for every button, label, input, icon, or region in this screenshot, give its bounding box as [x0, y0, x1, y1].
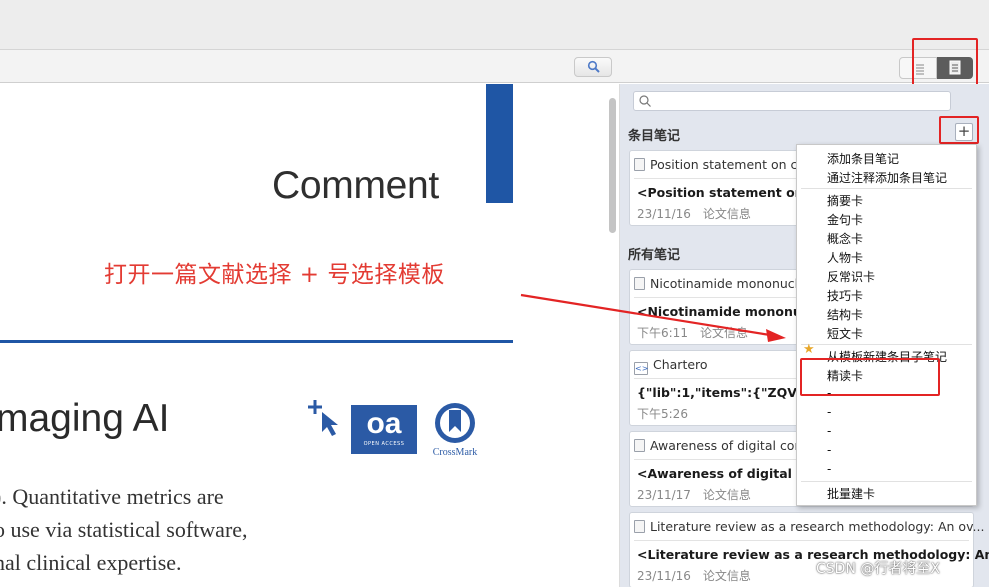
- menu-item-add-item-note[interactable]: 添加条目笔记: [827, 150, 899, 167]
- note-icon: [634, 520, 645, 533]
- journal-accent-bar: [486, 84, 513, 203]
- note-date: 23/11/17: [637, 488, 691, 502]
- note-date: 下午5:26: [637, 407, 688, 421]
- menu-separator: [801, 188, 972, 189]
- note-tag: 论文信息: [702, 207, 751, 221]
- star-icon: ★: [803, 342, 815, 357]
- oa-sub-label: OPEN ACCESS: [363, 441, 405, 447]
- menu-item-blank[interactable]: -: [827, 424, 831, 438]
- menu-separator: [801, 344, 972, 345]
- menu-item-template[interactable]: 金句卡: [827, 211, 863, 228]
- note-card-title: Literature review as a research methodol…: [634, 519, 984, 534]
- reader-toolbar: [0, 50, 989, 83]
- note-title-text: Position statement on cl: [650, 157, 801, 172]
- menu-item-template[interactable]: 短文卡: [827, 325, 863, 342]
- body-text-line: nal clinical expertise.: [0, 550, 182, 575]
- menu-item-template[interactable]: 摘要卡: [827, 192, 863, 209]
- body-text-line: o use via statistical software,: [0, 517, 248, 542]
- note-title-text: Nicotinamide mononucl: [650, 276, 799, 291]
- pdf-document: Comment 打开一篇文献选择 + 号选择模板 maging AI oa OP…: [0, 84, 595, 587]
- note-date: 23/11/16: [637, 207, 691, 221]
- note-tag: 论文信息: [702, 488, 751, 502]
- menu-item-add-from-annotations[interactable]: 通过注释添加条目笔记: [827, 169, 947, 186]
- section-heading: Comment: [272, 164, 439, 207]
- item-notes-heading: 条目笔记: [628, 129, 681, 144]
- menu-item-template[interactable]: 人物卡: [827, 249, 863, 266]
- note-title-text: Chartero: [653, 357, 708, 372]
- note-card-body: <Nicotinamide mononucle: [637, 304, 822, 319]
- highlight-add-button: [939, 116, 979, 144]
- menu-item-template[interactable]: 反常识卡: [827, 268, 875, 285]
- note-title-text: Awareness of digital con: [650, 438, 803, 453]
- highlight-close-reading-card: [800, 358, 940, 396]
- note-title-text: Literature review as a research methodol…: [650, 519, 985, 534]
- note-card-title: Position statement on cl: [634, 157, 801, 172]
- menu-item-template[interactable]: 技巧卡: [827, 287, 863, 304]
- card-divider: [634, 540, 969, 541]
- note-card-meta: 23/11/17 论文信息: [637, 486, 751, 503]
- note-icon: [634, 277, 645, 290]
- note-card-meta: 23/11/16 论文信息: [637, 205, 751, 222]
- note-card-meta: 下午5:26: [637, 405, 688, 422]
- menu-item-template[interactable]: 结构卡: [827, 306, 863, 323]
- menu-item-template[interactable]: 概念卡: [827, 230, 863, 247]
- note-card-title: Nicotinamide mononucl: [634, 276, 798, 291]
- window-titlebar: [0, 0, 989, 50]
- note-icon: [634, 158, 645, 171]
- crossmark-icon: [435, 403, 475, 443]
- note-date: 下午6:11: [637, 326, 688, 340]
- instruction-annotation: 打开一篇文献选择 + 号选择模板: [104, 262, 445, 288]
- body-text-line: ). Quantitative metrics are: [0, 484, 224, 509]
- menu-item-blank[interactable]: -: [827, 443, 831, 457]
- menu-item-batch-create[interactable]: 批量建卡: [827, 485, 875, 502]
- note-icon: [634, 439, 645, 452]
- menu-separator: [801, 481, 972, 482]
- notes-search-input[interactable]: [633, 91, 951, 111]
- note-card-title: Awareness of digital con: [634, 438, 802, 453]
- note-tag: 论文信息: [702, 569, 751, 583]
- document-scrollbar[interactable]: [609, 98, 616, 233]
- note-tag: 论文信息: [699, 326, 748, 340]
- open-access-badge: oa OPEN ACCESS: [351, 405, 417, 454]
- add-note-context-menu: 添加条目笔记 通过注释添加条目笔记 摘要卡 金句卡 概念卡 人物卡 反常识卡 技…: [796, 144, 977, 506]
- menu-item-blank[interactable]: -: [827, 405, 831, 419]
- code-icon: <>: [634, 362, 649, 375]
- article-title: maging AI: [0, 397, 170, 440]
- crossmark-badge: CrossMark: [428, 400, 482, 460]
- search-icon: [587, 60, 600, 73]
- watermark: CSDN @行者将至X: [816, 561, 940, 577]
- oa-label: oa: [366, 407, 402, 440]
- heading-rule: [0, 340, 513, 343]
- all-notes-heading: 所有笔记: [628, 248, 681, 263]
- note-card-meta: 下午6:11 论文信息: [637, 324, 748, 341]
- note-date: 23/11/16: [637, 569, 691, 583]
- crossmark-label: CrossMark: [432, 447, 478, 458]
- note-card-meta: 23/11/16 论文信息: [637, 567, 751, 584]
- menu-item-blank[interactable]: -: [827, 462, 831, 476]
- search-button[interactable]: [574, 57, 612, 77]
- cursor-plus-icon: [308, 400, 338, 436]
- note-card-title: <> Chartero: [634, 357, 708, 375]
- search-icon: [639, 95, 651, 107]
